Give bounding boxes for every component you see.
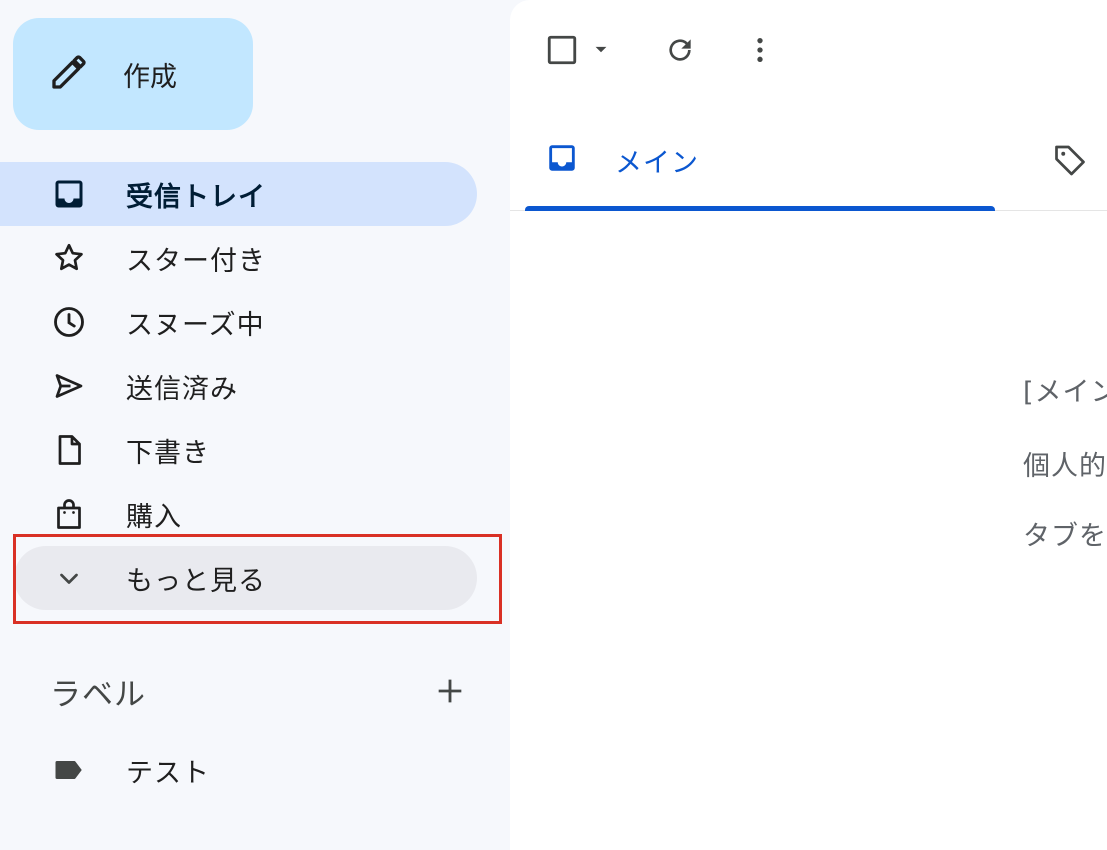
sidebar-item-label: 購入 [126,501,182,533]
sidebar-item-snoozed[interactable]: スヌーズ中 [0,290,477,354]
select-all-checkbox[interactable] [540,28,584,72]
empty-state-line: タブを [1023,521,1107,552]
sidebar-item-label: 受信トレイ [126,181,266,213]
refresh-icon [669,39,691,61]
sidebar-item-label: 下書き [126,437,210,469]
tab-main-label: メイン [615,147,699,179]
toolbar [510,20,1107,80]
labels-header: ラベル [50,664,470,718]
sidebar-item-purchases[interactable]: 購入 [0,482,477,546]
empty-state-title: [メイン [1023,377,1107,408]
plus-icon [438,679,462,703]
sidebar-item-drafts[interactable]: 下書き [0,418,477,482]
draft-icon [50,431,88,469]
inbox-icon [545,141,579,179]
sidebar-item-label: 送信済み [126,373,238,405]
category-tabs: メイン [510,110,1107,211]
more-options-button[interactable] [738,28,782,72]
select-dropdown-button[interactable] [586,34,616,64]
sidebar-item-inbox[interactable]: 受信トレイ [0,162,477,226]
sidebar-item-label: テスト [126,757,210,789]
sidebar-item-sent[interactable]: 送信済み [0,354,477,418]
caret-down-icon [595,46,607,53]
sidebar-item-label: もっと見る [126,565,266,597]
sidebar-label-test[interactable]: テスト [0,738,477,802]
more-vert-icon [757,38,763,62]
send-icon [50,367,88,405]
empty-state-line: 個人的 [1023,451,1107,482]
sidebar-item-starred[interactable]: スター付き [0,226,477,290]
main-panel: メイン [メイン 個人的 タブを [510,0,1107,850]
active-tab-indicator [525,206,995,211]
refresh-button[interactable] [658,28,702,72]
sidebar: 作成 受信トレイ スター付き スヌーズ中 送信済み 下書き 購入 もっと見る ラ… [0,0,510,850]
inbox-icon [50,175,88,213]
tab-main[interactable]: メイン [525,110,995,210]
tab-promotions[interactable] [1045,134,1095,184]
clock-icon [50,303,88,341]
compose-label: 作成 [123,61,177,93]
chevron-down-icon [50,559,88,597]
label-icon [50,751,88,789]
sidebar-item-label: スヌーズ中 [126,309,265,341]
add-label-button[interactable] [430,671,470,711]
shopping-bag-icon [50,495,88,533]
labels-title: ラベル [50,676,146,713]
checkbox-icon [547,35,577,65]
star-icon [50,239,88,277]
tag-icon [1055,145,1085,176]
sidebar-item-more[interactable]: もっと見る [14,546,477,610]
compose-button[interactable]: 作成 [13,18,253,130]
pencil-icon [49,52,89,96]
sidebar-item-label: スター付き [126,245,266,277]
